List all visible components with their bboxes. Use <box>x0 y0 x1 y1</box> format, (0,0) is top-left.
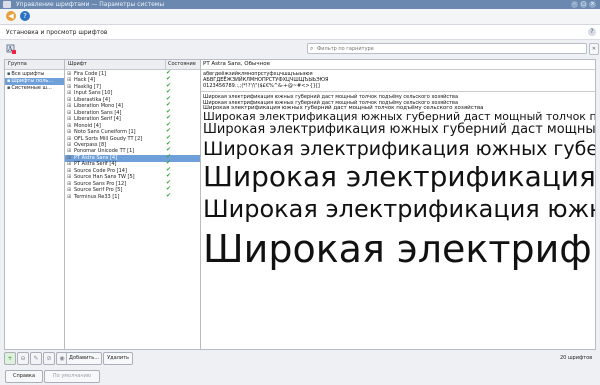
font-count: 20 шрифтов <box>560 355 593 361</box>
font-list-item-label: Source Han Sans TW [5] <box>74 174 135 181</box>
close-button[interactable]: × <box>589 1 596 8</box>
group-item-label: Все шрифты <box>11 71 45 77</box>
edit-icon[interactable]: ✎ <box>30 352 42 365</box>
defaults-button[interactable]: По умолчанию <box>44 370 100 383</box>
disable-icon[interactable]: ⊘ <box>43 352 55 365</box>
add-button[interactable]: Добавить... <box>66 352 102 365</box>
page-title: Установка и просмотр шрифтов <box>6 29 108 36</box>
preview-sample-size-9: Широкая электрификация южных губерний да… <box>203 227 595 271</box>
font-list-item-label: Source Serif Pro [5] <box>74 187 123 194</box>
divider <box>201 91 595 92</box>
preview-sample-size-5: Широкая электрификация южных губерний да… <box>203 122 596 137</box>
font-list-item-label: Hack [4] <box>74 77 96 84</box>
clear-icon[interactable]: ✕ <box>589 43 599 55</box>
filter-input[interactable] <box>317 44 577 53</box>
delete-button[interactable]: Удалить <box>103 352 133 365</box>
font-list-item-label: Fira Code [1] <box>74 71 107 77</box>
group-item-label: Шрифты поль... <box>11 78 54 84</box>
font-list-item-label: Monoid [4] <box>74 122 101 129</box>
font-list-item-label: Source Sans Pro [12] <box>74 180 127 187</box>
filter-field[interactable]: ⌕ <box>307 43 587 54</box>
font-list-item-label: PT Astra Sans [4] <box>74 154 118 161</box>
group-column-header[interactable]: Группа <box>5 60 64 70</box>
group-list: Группа ▪Все шрифты ▪Шрифты поль... ▪Сист… <box>4 59 65 350</box>
nav-bar: ◀ ? <box>0 9 600 25</box>
font-list-item-label: Noto Sans Cuneiform [1] <box>74 129 136 136</box>
help-button[interactable]: Справка <box>5 370 43 383</box>
title-bar: Управление шрифтами — Параметры системы … <box>0 0 600 9</box>
font-list-item-label: Liberation Mono [4] <box>74 103 123 110</box>
font-list-item-label: Overpass [8] <box>74 141 107 148</box>
maximize-button[interactable]: □ <box>580 1 587 8</box>
add-icon[interactable]: + <box>4 352 16 365</box>
group-item[interactable]: ▪Все шрифты <box>5 71 64 78</box>
preview-area: PT Astra Sans, Обычное абвгдеёжзийклмноп… <box>200 59 596 350</box>
font-list-item-label: Hasklig [7] <box>74 83 101 90</box>
window-title: Управление шрифтами — Параметры системы <box>16 1 165 8</box>
preview-sample-size-8: Широкая электрификация южных губерний да… <box>203 195 595 223</box>
toolbar: A ⌕ ✕ <box>0 40 600 58</box>
font-install-icon[interactable]: A <box>6 44 16 54</box>
preview-sample-size-6: Широкая электрификация южных губерний да… <box>203 138 596 160</box>
preview-sample-size-7: Широкая электрификация южных губерний да… <box>203 160 596 193</box>
font-list-item-label: Liberation Sans [4] <box>74 109 122 116</box>
search-icon: ⌕ <box>310 45 314 52</box>
help-circle-icon[interactable]: ? <box>20 11 30 21</box>
font-list-item-label: PT Astra Serif [4] <box>74 161 117 168</box>
help-icon[interactable]: ? <box>588 28 596 36</box>
enabled-check-icon[interactable]: ✔ <box>166 192 172 199</box>
group-item[interactable]: ▪Системные ш... <box>5 85 64 92</box>
page-header: Установка и просмотр шрифтов ? <box>0 25 600 40</box>
font-list-item-label: Ponomar Unicode TT [1] <box>74 148 135 155</box>
preview-font-name: PT Astra Sans, Обычное <box>203 61 270 67</box>
font-list-item-label: OFL Sorts Mill Goudy TT [2] <box>74 135 143 142</box>
action-bar: + ⊖ ✎ ⊘ ◉ Добавить... Удалить 20 шрифтов <box>0 349 600 369</box>
font-list-item-label: Liberastika [4] <box>74 96 111 103</box>
font-list-item-label: Terminus Re33 [1] <box>74 193 120 200</box>
preview-digits: 0123456789.:,;(*!?'/\")$£€%^&-+@~#<>{}[] <box>203 83 320 89</box>
minimize-button[interactable]: – <box>571 1 578 8</box>
expand-icon[interactable]: ⊞ <box>65 194 72 201</box>
font-list-item-label: Input Sans [10] <box>74 90 113 97</box>
divider <box>201 69 595 70</box>
group-column-label: Группа <box>8 61 27 67</box>
font-column-header[interactable]: Шрифт <box>68 60 87 69</box>
group-item-label: Системные ш... <box>11 85 52 91</box>
back-arrow-icon[interactable]: ◀ <box>6 11 16 21</box>
app-icon <box>3 1 11 8</box>
state-column: ✔ ✔ ✔ ✔ ✔ ✔ ✔ ✔ ✔ ✔ ✔ ✔ ✔ ✔ ✔ ✔ ✔ ✔ ✔ ✔ <box>163 59 200 349</box>
remove-icon[interactable]: ⊖ <box>17 352 29 365</box>
group-item[interactable]: ▪Шрифты поль... <box>5 78 64 85</box>
font-list-item-label: Source Code Pro [14] <box>74 167 127 174</box>
font-list-item-label: Liberation Serif [4] <box>74 116 121 123</box>
footer-bar: Справка По умолчанию <box>0 370 600 385</box>
